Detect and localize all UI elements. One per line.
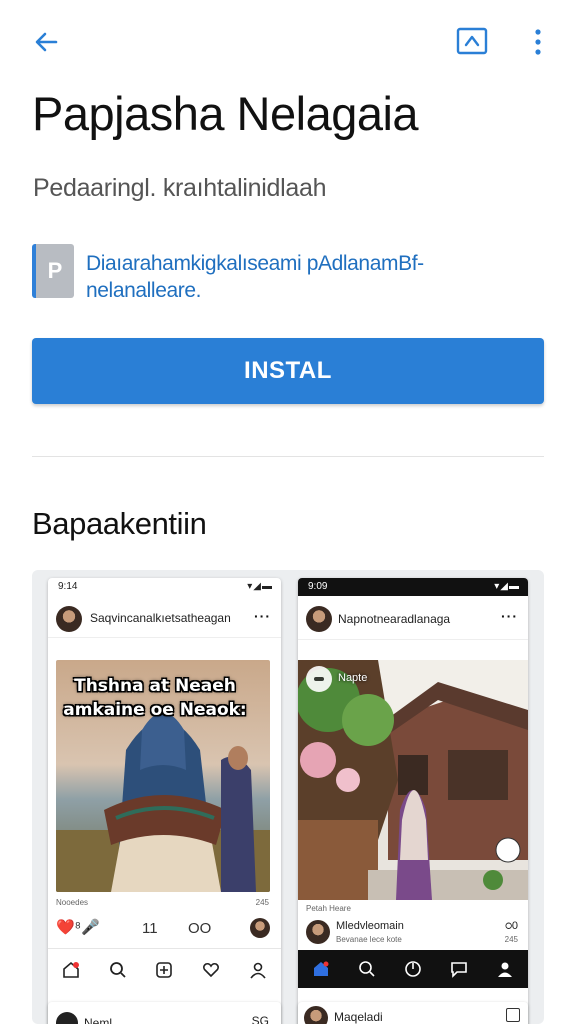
screenshot-2[interactable]: 9:09 ▾◢▬ Napnotnearadlanaga ··· Napte Pe… bbox=[298, 578, 528, 1024]
post-header: Napnotnearadlanaga ··· bbox=[298, 600, 528, 640]
avatar bbox=[304, 1006, 328, 1024]
peek-icon: SG bbox=[251, 1014, 269, 1024]
app-title: Papjasha Nelagaia bbox=[32, 87, 419, 140]
back-arrow-icon[interactable] bbox=[28, 24, 64, 60]
status-bar: 9:14 ▾◢▬ bbox=[48, 578, 281, 596]
post-tag-icon bbox=[306, 666, 332, 692]
search-icon[interactable] bbox=[107, 959, 129, 981]
profile-icon[interactable] bbox=[247, 959, 269, 981]
comment-icon: ഠ0 bbox=[504, 920, 518, 932]
screenshot-1[interactable]: 9:14 ▾◢▬ Saqvincanalkıetsatheagan ··· Th… bbox=[48, 578, 281, 1024]
screenshot-3-peek[interactable]: Neml SG bbox=[48, 1002, 281, 1024]
profile-icon[interactable] bbox=[494, 958, 516, 980]
comment-sub: Bevanae lece kote bbox=[336, 935, 402, 944]
publisher-row[interactable]: P Diaıаrahamkigkalıseami pAdlanamBf- nel… bbox=[32, 244, 552, 302]
status-bar: 9:09 ▾◢▬ bbox=[298, 578, 528, 596]
top-app-bar bbox=[0, 0, 576, 84]
divider bbox=[32, 456, 544, 457]
bottom-nav bbox=[48, 948, 281, 990]
compass-icon[interactable] bbox=[402, 958, 424, 980]
post-overlay-text: Thshna at Neaeh amkaine oe Neaok: bbox=[63, 676, 247, 720]
avatar bbox=[306, 606, 332, 632]
message-icon[interactable] bbox=[448, 958, 470, 980]
avatar bbox=[56, 606, 82, 632]
screenshot-gallery[interactable]: 9:14 ▾◢▬ Saqvincanalkıetsatheagan ··· Th… bbox=[32, 570, 544, 1024]
home-icon[interactable] bbox=[60, 959, 82, 981]
reaction-row: ❤️⁸🎤 11 ОО bbox=[56, 916, 270, 940]
post-caption: Nooedes bbox=[56, 898, 89, 907]
more-horizontal-icon: ··· bbox=[254, 608, 271, 624]
publisher-link[interactable]: Diaıаrahamkigkalıseami pAdlanamBf- nelan… bbox=[86, 250, 526, 304]
more-vertical-icon[interactable] bbox=[524, 24, 552, 60]
post-header: Saqvincanalkıetsatheagan ··· bbox=[48, 600, 281, 638]
post-caption: Petah Heare bbox=[306, 904, 351, 913]
status-icons: ▾◢▬ bbox=[247, 581, 273, 592]
home-icon[interactable] bbox=[310, 958, 332, 980]
checkbox-icon bbox=[506, 1008, 520, 1022]
reaction-icons: ❤️⁸🎤 bbox=[56, 919, 100, 936]
post-count: 245 bbox=[255, 898, 269, 907]
post-username: Napnotnearadlanaga bbox=[338, 612, 451, 626]
publisher-logo: P bbox=[32, 244, 74, 298]
screenshot-4-peek[interactable]: Maqeladi bbox=[298, 1002, 528, 1024]
post-username: Saqvincanalkıetsatheagan bbox=[90, 611, 231, 625]
open-external-icon[interactable] bbox=[455, 26, 489, 56]
install-button[interactable]: INSTAL bbox=[32, 338, 544, 404]
stat-1: 11 bbox=[142, 920, 158, 937]
comment-row: Mledvleomain Bevanae lece kote ഠ0 245 bbox=[298, 916, 528, 950]
status-time: 9:14 bbox=[58, 581, 78, 592]
comment-name: Mledvleomain bbox=[336, 920, 404, 932]
stat-2: ОО bbox=[188, 920, 212, 937]
peek-name: Maqeladi bbox=[334, 1010, 383, 1024]
post-photo bbox=[298, 660, 528, 900]
app-subtitle: Pedaaringl. kraıhtalinidlaah bbox=[33, 174, 327, 202]
status-icons: ▾◢▬ bbox=[494, 581, 520, 592]
status-time: 9:09 bbox=[308, 581, 328, 592]
avatar bbox=[56, 1012, 78, 1024]
search-icon[interactable] bbox=[356, 958, 378, 980]
screenshots-section-title: Bapaakentiin bbox=[32, 506, 207, 541]
avatar bbox=[306, 920, 330, 944]
bottom-nav bbox=[298, 950, 528, 988]
avatar bbox=[250, 918, 270, 938]
comment-count: 245 bbox=[504, 935, 518, 944]
post-tag-text: Napte bbox=[338, 672, 368, 684]
peek-name: Neml bbox=[84, 1016, 113, 1024]
heart-icon[interactable] bbox=[200, 959, 222, 981]
more-horizontal-icon: ··· bbox=[501, 608, 518, 624]
publisher-logo-letter: P bbox=[47, 258, 63, 283]
add-post-icon[interactable] bbox=[153, 959, 175, 981]
